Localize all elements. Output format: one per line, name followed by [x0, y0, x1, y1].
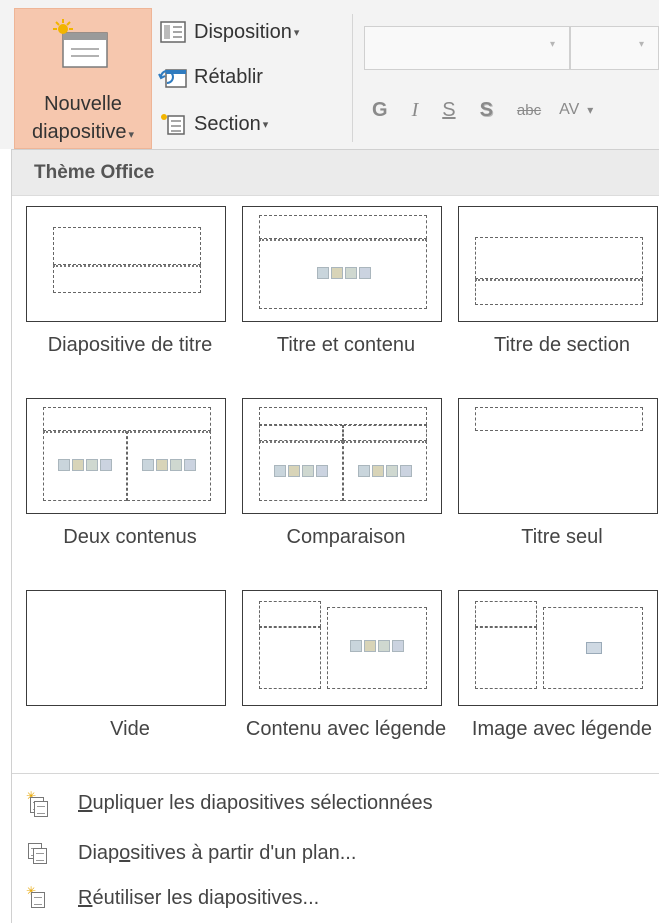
- section-button[interactable]: Section ▾: [158, 110, 268, 138]
- new-slide-button[interactable]: Nouvelle diapositive ▾: [14, 8, 152, 149]
- layout-label: Titre seul: [521, 526, 603, 548]
- duplicate-slides-label: Dupliquer les diapositives sélectionnées: [78, 792, 433, 815]
- layout-thumbnail: [242, 206, 442, 322]
- layout-thumbnail: [26, 398, 226, 514]
- layout-thumbnail: [242, 590, 442, 706]
- duplicate-slides-icon: ✳: [26, 789, 48, 817]
- ribbon: Nouvelle diapositive ▾ Disposition ▾ Réta…: [0, 0, 659, 149]
- shadow-button[interactable]: S: [480, 99, 493, 122]
- layout-label: Vide: [110, 718, 150, 740]
- layout-label: Contenu avec légende: [245, 718, 447, 740]
- content-icons: [356, 461, 414, 483]
- reset-label: Rétablir: [194, 65, 263, 88]
- right-content-placeholder: [343, 441, 427, 501]
- layout-thumbnail: [458, 206, 658, 322]
- chevron-down-icon[interactable]: ▾: [550, 39, 555, 50]
- slides-from-outline-item[interactable]: Diapositives à partir d'un plan...: [12, 833, 659, 873]
- left-heading-placeholder: [259, 425, 343, 441]
- underline-button[interactable]: S: [442, 99, 455, 122]
- title-placeholder: [43, 407, 211, 431]
- title-placeholder: [475, 601, 537, 627]
- layout-label: Titre de section: [494, 334, 630, 356]
- ribbon-divider: [352, 14, 353, 142]
- font-size-select[interactable]: ▾: [570, 26, 659, 70]
- disposition-button[interactable]: Disposition ▾: [158, 18, 299, 46]
- reuse-slides-text: éutiliser les diapositives...: [92, 886, 320, 909]
- slides-from-outline-text-end: sitives à partir d'un plan...: [130, 841, 357, 864]
- right-content-placeholder: [127, 431, 211, 501]
- reuse-slides-label: Réutiliser les diapositives...: [78, 887, 319, 910]
- layout-label: Titre et contenu: [276, 334, 416, 356]
- character-spacing-button[interactable]: AV: [559, 101, 579, 119]
- picture-icon: [586, 642, 602, 654]
- title-placeholder: [475, 237, 643, 279]
- layout-label: Deux contenus: [63, 526, 197, 548]
- outline-icon: [26, 841, 48, 865]
- content-placeholder: [327, 607, 427, 689]
- reuse-slides-item[interactable]: ✳ Réutiliser les diapositives...: [12, 878, 659, 918]
- right-heading-placeholder: [343, 425, 427, 441]
- content-icons: [315, 263, 373, 285]
- caption-placeholder: [259, 627, 321, 689]
- title-placeholder: [259, 215, 427, 239]
- chevron-down-icon: ▾: [128, 129, 135, 141]
- slides-from-outline-accesskey: o: [119, 841, 131, 864]
- section-label: Section: [194, 112, 261, 135]
- bold-button[interactable]: G: [372, 99, 388, 122]
- duplicate-slides-text: upliquer les diapositives sélectionnées: [92, 791, 433, 814]
- layout-thumbnail: [242, 398, 442, 514]
- title-placeholder: [259, 407, 427, 425]
- new-slide-label-line2: diapositive ▾: [15, 121, 151, 144]
- layout-thumbnail: [26, 590, 226, 706]
- chevron-down-icon[interactable]: ▾: [639, 39, 644, 50]
- menu-divider: [12, 773, 659, 774]
- slides-from-outline-label: Diapositives à partir d'un plan...: [78, 842, 356, 865]
- content-icons: [140, 455, 198, 477]
- chevron-down-icon: ▾: [262, 118, 269, 131]
- strikethrough-button[interactable]: abc: [517, 102, 541, 119]
- new-slide-icon: [53, 19, 108, 68]
- text-placeholder: [475, 279, 643, 305]
- reset-button[interactable]: Rétablir: [158, 63, 263, 91]
- new-slide-label-text: diapositive: [31, 121, 127, 143]
- duplicate-slides-item[interactable]: ✳ Dupliquer les diapositives sélectionné…: [12, 783, 659, 823]
- chevron-down-icon[interactable]: ▾: [587, 103, 593, 117]
- subtitle-placeholder: [53, 265, 201, 293]
- reset-icon: [158, 69, 187, 88]
- title-placeholder: [53, 227, 201, 265]
- format-toolbar: G I S S abc AV ▾: [372, 94, 605, 126]
- left-content-placeholder: [259, 441, 343, 501]
- theme-title: Thème Office: [34, 162, 155, 183]
- title-placeholder: [259, 601, 321, 627]
- title-placeholder: [475, 407, 643, 431]
- content-icons: [348, 636, 406, 658]
- chevron-down-icon: ▾: [293, 26, 300, 39]
- content-icons: [56, 455, 114, 477]
- layout-thumbnail: [458, 398, 658, 514]
- font-name-select[interactable]: ▾: [364, 26, 570, 70]
- duplicate-slides-accesskey: D: [78, 791, 93, 814]
- gallery-header: Thème Office: [12, 150, 659, 196]
- reuse-slides-accesskey: R: [78, 886, 93, 909]
- layout-dropdown: Thème Office Diapositive de titre Titre …: [11, 149, 659, 923]
- left-content-placeholder: [43, 431, 127, 501]
- slides-from-outline-text-start: Diap: [78, 841, 120, 864]
- new-slide-label-line1: Nouvelle: [44, 93, 122, 115]
- content-icons: [272, 461, 330, 483]
- layout-label: Diapositive de titre: [47, 334, 213, 356]
- layout-thumbnail: [26, 206, 226, 322]
- reuse-slides-icon: ✳: [26, 884, 48, 910]
- italic-button[interactable]: I: [412, 99, 419, 122]
- layout-icon: [160, 21, 186, 43]
- picture-placeholder: [543, 607, 643, 689]
- layout-label: Comparaison: [286, 526, 406, 548]
- layout-label: Image avec légende: [471, 718, 653, 740]
- disposition-label: Disposition: [194, 20, 292, 43]
- content-placeholder: [259, 239, 427, 309]
- layout-thumbnail: [458, 590, 658, 706]
- section-icon: [161, 114, 185, 135]
- caption-placeholder: [475, 627, 537, 689]
